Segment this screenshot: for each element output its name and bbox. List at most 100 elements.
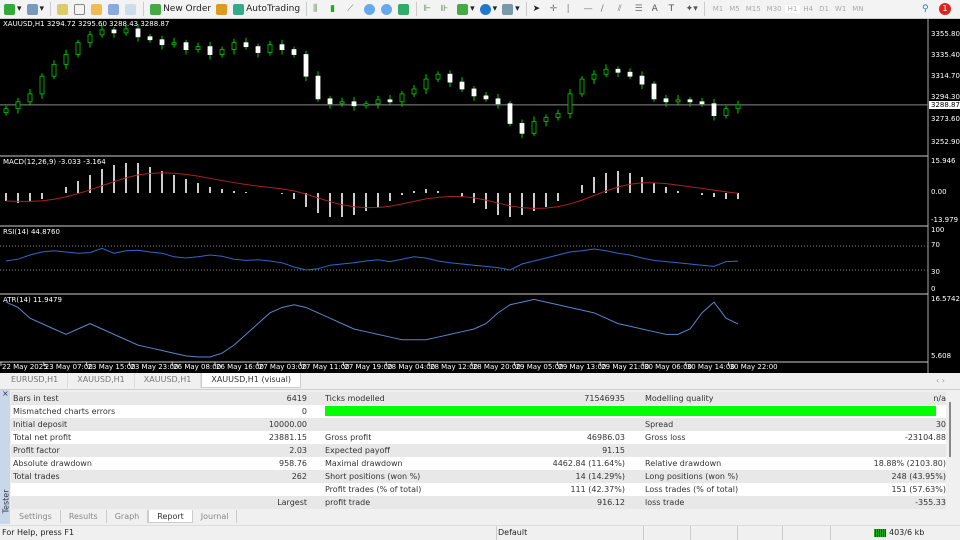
candle-body [183, 42, 189, 50]
report-value: 14 (14.29%) [575, 472, 625, 481]
candle-body [339, 101, 345, 105]
market-watch-icon [57, 3, 69, 15]
search-button[interactable]: ⚲ [921, 2, 935, 17]
market-watch-button[interactable] [56, 2, 70, 17]
tester-tab-results[interactable]: Results [61, 510, 107, 523]
tile-windows-button[interactable] [397, 2, 411, 17]
report-label: Loss trades (% of total) [645, 485, 739, 494]
timeframe-M15[interactable]: M15 [743, 5, 764, 13]
profiles-button[interactable]: ▾ [26, 2, 46, 17]
price-tick: 3355.80 [931, 30, 960, 38]
candle-body [327, 98, 333, 105]
report-label: Mismatched charts errors [13, 407, 116, 416]
timeframe-W1[interactable]: W1 [832, 5, 849, 13]
timeframe-M30[interactable]: M30 [764, 5, 785, 13]
vertical-line-tool[interactable]: | [566, 2, 580, 17]
tester-tabs: Settings Results Graph Report Journal [11, 510, 238, 523]
text-label-tool[interactable]: T [668, 2, 682, 17]
horizontal-line-tool[interactable]: — [583, 2, 597, 17]
metaeditor-button[interactable] [215, 2, 229, 17]
report-row: Total net profit 23881.15 Gross profit 4698… [11, 431, 946, 444]
arrows-tool[interactable]: ✦▾ [685, 2, 699, 17]
navigator-button[interactable] [90, 2, 104, 17]
chart-tab[interactable]: XAUUSD,H1 (visual) [201, 373, 301, 388]
status-bar: For Help, press F1 Default 403/6 kb [0, 525, 960, 540]
report-table: Bars in test 6419 Ticks modelled 71546935 Mo… [11, 392, 946, 509]
autoscroll-button[interactable]: ⊪ [439, 2, 453, 17]
candle-body [351, 101, 357, 107]
crosshair-tool[interactable]: ✛ [549, 2, 563, 17]
modelling-quality-bar [325, 406, 936, 416]
report-label [307, 405, 936, 418]
zoom-in-button[interactable] [363, 2, 377, 17]
bar-chart-button[interactable]: ⫼ [312, 2, 326, 17]
macd-tick: 0.00 [931, 188, 947, 196]
data-window-button[interactable] [73, 2, 87, 17]
chart-tab[interactable]: EURUSD,H1 [2, 373, 69, 388]
macd-tick: -13.979 [931, 216, 959, 224]
report-value: 958.76 [279, 459, 307, 468]
report-row: Profit factor 2.03 Expected payoff 91.15 [11, 444, 946, 457]
new-chart-button[interactable]: ▾ [3, 2, 23, 17]
rsi-line [5, 247, 739, 271]
candle-body [279, 44, 285, 50]
time-label: 29 May 13:00 [558, 363, 607, 371]
report-value [211, 483, 307, 496]
tester-side-strip: × Tester [0, 389, 10, 524]
notifications-button[interactable]: 1 [938, 2, 952, 17]
autotrading-button[interactable]: AutoTrading [232, 2, 301, 17]
cursor-tool[interactable]: ➤ [532, 2, 546, 17]
price-tick: 3314.70 [931, 72, 960, 80]
report-label: Absolute drawdown [13, 459, 92, 468]
report-label [625, 444, 835, 457]
terminal-button[interactable] [107, 2, 121, 17]
report-label: Relative drawdown [645, 459, 722, 468]
tester-tab-journal[interactable]: Journal [193, 510, 238, 523]
candlestick-button[interactable]: ▮ [329, 2, 343, 17]
time-label: 30 May 06:00 [644, 363, 693, 371]
close-icon[interactable]: × [2, 389, 9, 398]
text-tool[interactable]: A [651, 2, 665, 17]
templates-button[interactable]: ▾ [501, 2, 521, 17]
chart-shift-button[interactable]: ⊩ [422, 2, 436, 17]
candle-body [423, 78, 429, 90]
timeframe-H1[interactable]: H1 [784, 5, 801, 13]
time-label: 30 May 22:00 [729, 363, 778, 371]
indicators-button[interactable]: ▾ [456, 2, 476, 17]
report-label: Total trades [13, 472, 60, 481]
timeframe-M1[interactable]: M1 [710, 5, 727, 13]
chart-window[interactable]: XAUUSD,H1 3294.72 3295.60 3288.43 3288.8… [0, 19, 960, 373]
candle-body [363, 103, 369, 107]
time-label: 27 May 03:00 [258, 363, 307, 371]
tester-panel: × Tester Bars in test 6419 Ticks modelled 71… [0, 389, 960, 524]
zoom-out-button[interactable] [380, 2, 394, 17]
candle-body [291, 49, 297, 55]
trendline-tool[interactable]: / [600, 2, 614, 17]
price-tick: 3294.30 [931, 93, 960, 101]
timeframe-M5[interactable]: M5 [726, 5, 743, 13]
new-order-button[interactable]: New Order [149, 2, 212, 17]
tester-tab-settings[interactable]: Settings [11, 510, 61, 523]
tester-tab-graph[interactable]: Graph [107, 510, 149, 523]
line-chart-button[interactable]: ⟋ [346, 2, 360, 17]
macd-label: MACD(12,26,9) -3.033 -3.164 [3, 158, 106, 166]
candle-body [723, 108, 729, 116]
timeframe-MN[interactable]: MN [849, 5, 866, 13]
candle-body [699, 101, 705, 105]
channel-tool[interactable]: ⫽ [617, 2, 631, 17]
report-row: Bars in test 6419 Ticks modelled 71546935 Mo… [11, 392, 946, 405]
tester-tab-report[interactable]: Report [148, 510, 193, 523]
chart-tab[interactable]: XAUUSD,H1 [135, 373, 202, 388]
strategy-tester-button[interactable] [124, 2, 138, 17]
report-scrollbar[interactable] [949, 402, 951, 457]
new-chart-icon [4, 3, 15, 15]
tabs-scroll-arrows[interactable]: ‹ › [936, 376, 945, 385]
report-label: Ticks modelled [325, 394, 385, 403]
timeframe-H4[interactable]: H4 [800, 5, 816, 13]
periods-button[interactable]: ▾ [479, 2, 499, 17]
chart-tab[interactable]: XAUUSD,H1 [68, 373, 135, 388]
timeframe-D1[interactable]: D1 [816, 5, 832, 13]
report-label [11, 496, 211, 509]
candle-body [87, 34, 93, 44]
fibonacci-tool[interactable]: ☰ [634, 2, 648, 17]
